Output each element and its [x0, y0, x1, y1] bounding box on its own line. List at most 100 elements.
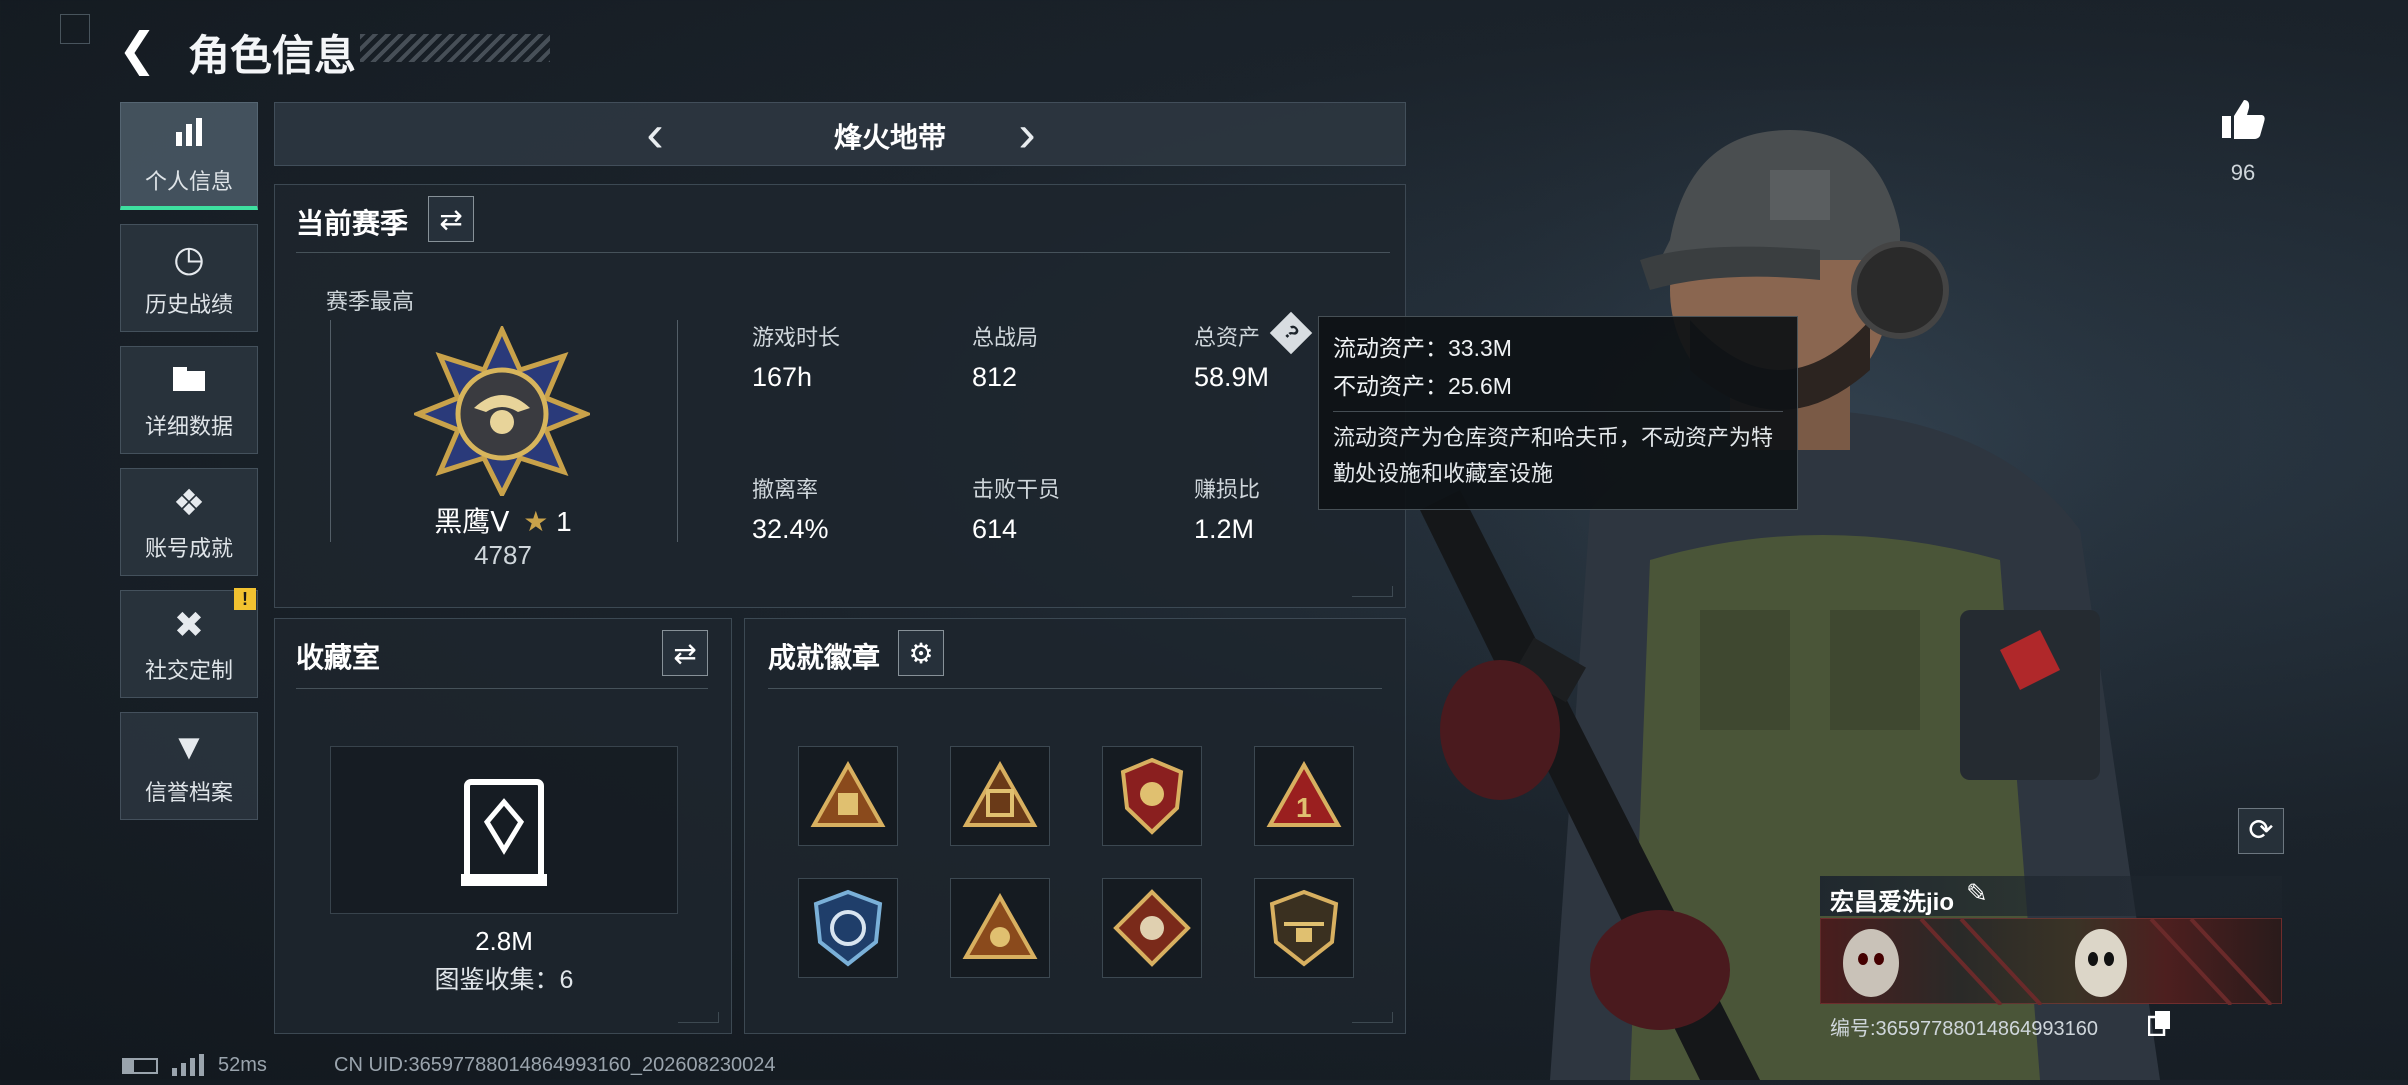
achievement-icon: ❖ — [172, 482, 206, 523]
rank-score: 4787 — [474, 540, 532, 570]
tooltip-divider — [1333, 411, 1783, 412]
sidebar-item-credit-record[interactable]: ▼ 信誉档案 — [120, 712, 258, 820]
display-case-icon — [461, 779, 547, 886]
stat-label-extract-rate: 撤离率 — [752, 477, 819, 502]
svg-text:1: 1 — [1296, 792, 1312, 823]
collection-preview[interactable] — [330, 746, 678, 914]
assets-tooltip: 流动资产：33.3M 不动资产：25.6M 流动资产为仓库资产和哈夫币，不动资产… — [1318, 316, 1798, 510]
badge-8[interactable] — [1254, 878, 1354, 978]
bar-chart-icon — [172, 114, 206, 158]
stat-value-play-time: 167h — [752, 362, 813, 392]
player-banner[interactable] — [1820, 917, 2282, 1007]
clock-history-icon: ◷ — [173, 238, 205, 279]
collection-count: 图鉴收集：6 — [434, 966, 574, 994]
collection-value: 2.8M — [475, 926, 533, 956]
alert-badge: ! — [234, 588, 256, 610]
stat-value-total-matches: 812 — [972, 362, 1018, 392]
badge-5[interactable] — [798, 878, 898, 978]
page-title: 角色信息 — [188, 32, 357, 79]
collection-divider — [296, 688, 708, 689]
globe-badge-icon — [813, 889, 883, 967]
badge-6[interactable] — [950, 878, 1050, 978]
panel-corner-decoration — [1352, 1012, 1393, 1023]
sidebar-item-label: 账号成就 — [144, 536, 233, 561]
rank-emblem — [411, 323, 593, 500]
refresh-icon: ⟳ — [2248, 814, 2274, 847]
tooltip-description: 流动资产为仓库资产和哈夫币，不动资产为特勤处设施和收藏室设施 — [1333, 425, 1774, 486]
badge-2[interactable] — [950, 746, 1050, 846]
badge-1[interactable] — [798, 746, 898, 846]
like-button[interactable] — [2220, 96, 2266, 142]
refresh-button[interactable]: ⟳ — [2238, 808, 2284, 854]
panel-corner-decoration — [678, 1012, 719, 1023]
stat-label-total-matches: 总战局 — [972, 325, 1039, 350]
mode-prev-button[interactable]: ‹ — [632, 104, 678, 164]
folder-icon — [171, 359, 207, 403]
tooltip-liquid-assets: 流动资产：33.3M — [1333, 335, 1512, 361]
badge-3[interactable] — [1102, 746, 1202, 846]
achievements-divider — [768, 688, 1382, 689]
stat-value-extract-rate: 32.4% — [752, 514, 829, 544]
mode-title: 烽火地带 — [833, 122, 946, 153]
stat-label-total-assets: 总资产 — [1194, 325, 1261, 350]
season-title: 当前赛季 — [296, 208, 409, 239]
sidebar-item-detailed-data[interactable]: 详细数据 — [120, 346, 258, 454]
sidebar-item-personal-info[interactable]: 个人信息 — [120, 102, 258, 210]
diamond-badge-icon — [1113, 889, 1191, 967]
stat-value-total-assets: 58.9M — [1194, 362, 1270, 392]
pencil-icon: ✎ — [1966, 878, 1988, 908]
window-corner-marker — [60, 14, 90, 44]
triangle-badge-icon: 1 — [1266, 761, 1342, 827]
sidebar-item-achievements[interactable]: ❖ 账号成就 — [120, 468, 258, 576]
collection-switch-button[interactable]: ⇄ — [662, 630, 708, 676]
season-divider — [296, 252, 1390, 253]
stat-label-play-time: 游戏时长 — [752, 325, 841, 350]
thumbs-up-icon — [2222, 100, 2265, 139]
battery-icon — [122, 1058, 158, 1074]
stat-label-profit-ratio: 赚损比 — [1194, 477, 1261, 502]
back-button[interactable]: ❮ — [118, 24, 168, 74]
achievements-settings-button[interactable]: ⚙ — [898, 630, 944, 676]
collection-title: 收藏室 — [296, 642, 381, 673]
shield-badge-icon — [1120, 757, 1184, 835]
rank-name-text: 黑鹰Ⅴ — [434, 506, 510, 537]
tools-icon: ✖ — [173, 604, 205, 645]
edit-name-button[interactable]: ✎ — [1966, 878, 1998, 910]
gear-icon: ⚙ — [908, 637, 934, 669]
tooltip-fixed-assets: 不动资产：25.6M — [1333, 373, 1512, 399]
stat-label-kills: 击败干员 — [972, 477, 1061, 502]
copy-icon — [2147, 1011, 2170, 1037]
stat-value-profit-ratio: 1.2M — [1194, 514, 1255, 544]
mode-next-button[interactable]: › — [1004, 104, 1050, 164]
badge-4[interactable]: 1 — [1254, 746, 1354, 846]
player-name: 宏昌爱洗jio — [1830, 889, 1954, 916]
ping-text: 52ms — [218, 1054, 267, 1076]
copy-id-button[interactable] — [2147, 1010, 2172, 1037]
badge-7[interactable] — [1102, 878, 1202, 978]
title-decoration — [360, 34, 550, 62]
sidebar-item-label: 详细数据 — [144, 414, 233, 439]
signal-icon — [172, 1054, 206, 1076]
season-best-label: 赛季最高 — [326, 289, 415, 314]
helicopter-badge-icon — [1269, 889, 1339, 967]
stat-value-kills: 614 — [972, 514, 1018, 544]
triangle-badge-icon — [962, 893, 1038, 959]
rank-stars: 1 — [556, 506, 572, 537]
shield-wing-icon: ▼ — [171, 726, 207, 767]
star-icon: ★ — [523, 506, 549, 537]
uid-text: CN UID:3659778801486499316​0_20260823002… — [334, 1054, 776, 1076]
rank-name: 黑鹰Ⅴ ★ 1 — [350, 500, 656, 540]
sidebar-item-label: 个人信息 — [144, 168, 233, 194]
triangle-badge-icon — [962, 761, 1038, 827]
triangle-badge-icon — [810, 761, 886, 827]
sidebar-item-label: 信誉档案 — [144, 780, 233, 805]
achievements-title: 成就徽章 — [768, 642, 881, 673]
player-id: 编号:3659778801486499316​0 — [1830, 1018, 2099, 1040]
like-count: 96 — [2230, 160, 2256, 185]
panel-corner-decoration — [1352, 586, 1393, 597]
season-switch-button[interactable]: ⇄ — [428, 196, 474, 242]
sidebar-item-label: 社交定制 — [144, 658, 233, 683]
sidebar-item-history[interactable]: ◷ 历史战绩 — [120, 224, 258, 332]
sidebar-item-label: 历史战绩 — [144, 292, 233, 317]
banner-art — [1843, 917, 2273, 1007]
